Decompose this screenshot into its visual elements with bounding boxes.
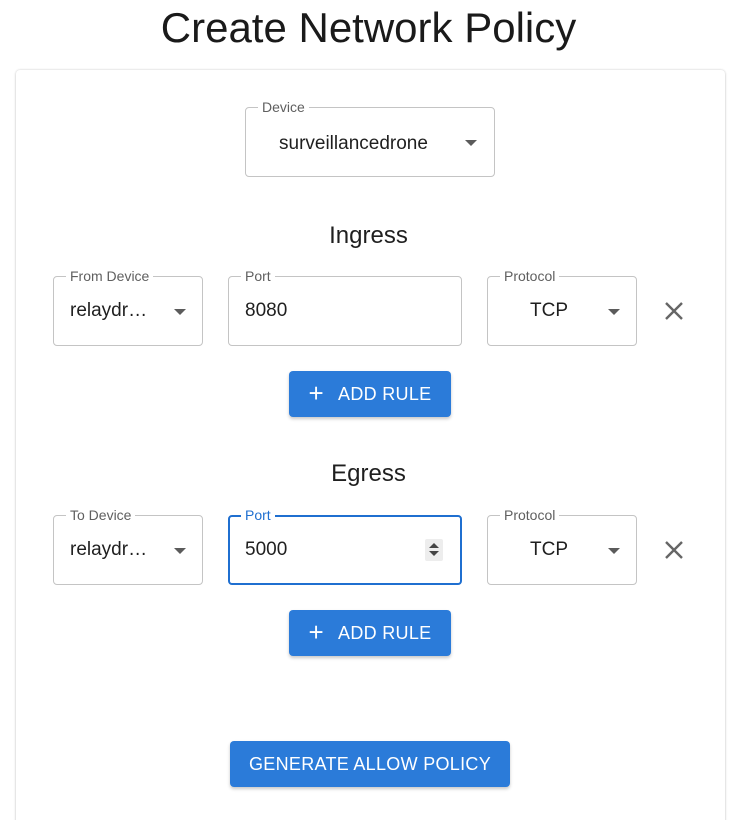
page-title: Create Network Policy [160,4,577,51]
ingress-protocol-label: Protocol [500,268,560,284]
device-select-label: Device [258,99,309,115]
egress-to-device-value: relaydr… [70,539,148,560]
egress-add-rule-label: ADD RULE [338,622,432,643]
egress-heading: Egress [331,460,406,487]
ingress-add-rule-label: ADD RULE [338,383,432,404]
chevron-down-icon [608,548,620,554]
ingress-port-value: 8080 [245,300,288,321]
device-select[interactable]: Device surveillancedrone [245,99,495,177]
egress-protocol-label: Protocol [500,507,560,523]
chevron-down-icon [608,309,620,315]
ingress-from-device-value: relaydr… [70,300,148,321]
policy-form-card [16,70,725,820]
chevron-down-icon [174,548,186,554]
egress-port-input[interactable]: Port 5000 [228,507,462,585]
ingress-from-device-label: From Device [66,268,154,284]
ingress-add-rule-button[interactable]: + ADD RULE [289,371,451,417]
ingress-protocol-value: TCP [530,300,568,321]
chevron-down-icon [465,140,477,146]
ingress-port-label: Port [241,268,275,284]
egress-port-value: 5000 [245,539,288,560]
ingress-protocol-select[interactable]: Protocol TCP [487,268,637,346]
ingress-port-input[interactable]: Port 8080 [228,268,462,346]
page: Create Network Policy Device surveillanc… [0,0,737,820]
egress-port-label: Port [241,507,275,523]
egress-to-device-select[interactable]: To Device relaydr… [53,507,203,585]
close-icon[interactable] [661,537,687,563]
egress-add-rule-button[interactable]: + ADD RULE [289,610,451,656]
plus-icon: + [308,617,325,647]
generate-allow-policy-label: GENERATE ALLOW POLICY [248,753,492,774]
egress-to-device-label: To Device [66,507,136,523]
chevron-down-icon [174,309,186,315]
close-icon[interactable] [661,298,687,324]
number-stepper-icon[interactable] [425,539,443,561]
egress-protocol-value: TCP [530,539,568,560]
ingress-heading: Ingress [329,222,408,249]
generate-allow-policy-button[interactable]: GENERATE ALLOW POLICY [230,741,510,787]
egress-protocol-select[interactable]: Protocol TCP [487,507,637,585]
ingress-from-device-select[interactable]: From Device relaydr… [53,268,203,346]
device-select-value: surveillancedrone [279,133,428,154]
plus-icon: + [308,378,325,408]
